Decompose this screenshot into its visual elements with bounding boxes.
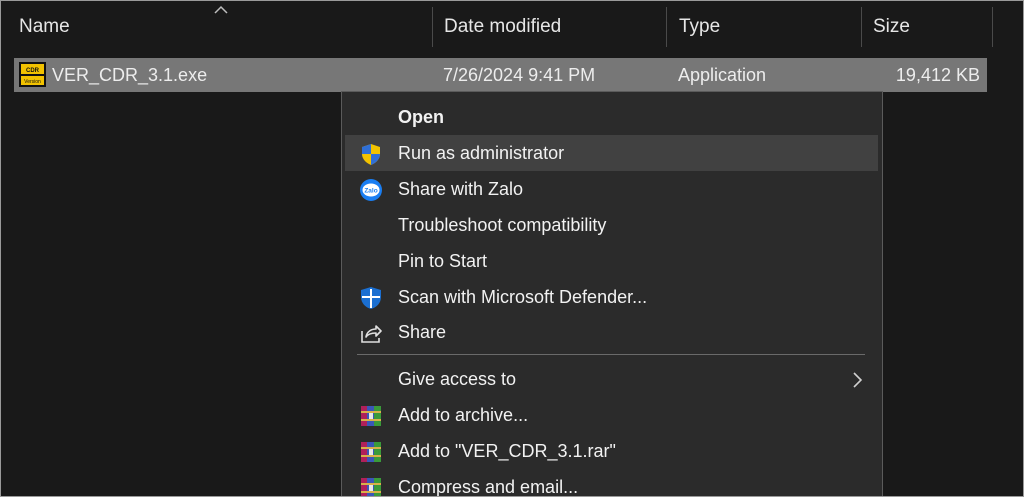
file-row-selected[interactable]: CDR Version VER_CDR_3.1.exe 7/26/2024 9:…: [14, 58, 987, 92]
menu-separator: [357, 354, 865, 355]
menu-item-share-with-zalo-label: Share with Zalo: [398, 179, 524, 199]
menu-item-compress-and-email[interactable]: Compress and email...: [345, 469, 878, 497]
sort-ascending-icon: [214, 5, 228, 14]
column-header-name-label: Name: [19, 16, 70, 37]
winrar-icon: [361, 442, 381, 462]
menu-item-open-label: Open: [398, 107, 445, 127]
column-header-size-label: Size: [873, 16, 910, 37]
column-header-date-label: Date modified: [444, 16, 562, 37]
context-menu: Open Run as administrator Zalo Share wit…: [341, 91, 883, 497]
file-size: 19,412 KB: [895, 65, 980, 85]
menu-item-pin-to-start[interactable]: Pin to Start: [345, 243, 878, 279]
zalo-icon: Zalo: [360, 179, 382, 201]
menu-item-add-to-archive-label: Add to archive...: [398, 405, 529, 425]
menu-item-scan-with-defender[interactable]: Scan with Microsoft Defender...: [345, 279, 878, 315]
menu-item-add-to-rar-label: Add to "VER_CDR_3.1.rar": [398, 441, 616, 461]
column-divider[interactable]: [992, 7, 993, 47]
defender-shield-icon: [361, 287, 381, 309]
cdr-app-icon: CDR Version: [19, 62, 46, 87]
column-divider[interactable]: [861, 7, 862, 47]
column-header-size[interactable]: Size: [873, 1, 983, 51]
column-header-row: Name Date modified Type Size: [1, 1, 1023, 51]
uac-shield-icon: [362, 144, 380, 165]
winrar-icon: [361, 406, 381, 426]
menu-item-compress-and-email-label: Compress and email...: [398, 477, 579, 497]
menu-item-open[interactable]: Open: [345, 99, 878, 135]
column-divider[interactable]: [666, 7, 667, 47]
menu-item-share-with-zalo[interactable]: Zalo Share with Zalo: [345, 171, 878, 207]
file-date-modified: 7/26/2024 9:41 PM: [443, 65, 596, 85]
menu-item-add-to-rar[interactable]: Add to "VER_CDR_3.1.rar": [345, 433, 878, 469]
column-divider[interactable]: [432, 7, 433, 47]
menu-item-troubleshoot-compatibility[interactable]: Troubleshoot compatibility: [345, 207, 878, 243]
winrar-icon: [361, 478, 381, 496]
file-name: VER_CDR_3.1.exe: [52, 65, 208, 85]
column-header-type[interactable]: Type: [679, 1, 849, 51]
menu-item-give-access-to[interactable]: Give access to: [345, 361, 878, 397]
menu-item-pin-to-start-label: Pin to Start: [398, 251, 488, 271]
menu-item-share-label: Share: [398, 322, 447, 342]
column-header-date[interactable]: Date modified: [444, 1, 654, 51]
menu-item-share[interactable]: Share: [345, 314, 878, 350]
cdr-icon-text-top: CDR: [26, 68, 40, 74]
menu-item-give-access-to-label: Give access to: [398, 369, 517, 389]
menu-item-troubleshoot-compatibility-label: Troubleshoot compatibility: [398, 215, 607, 235]
menu-item-scan-with-defender-label: Scan with Microsoft Defender...: [398, 287, 648, 307]
menu-item-run-as-administrator[interactable]: Run as administrator: [345, 135, 878, 171]
column-header-type-label: Type: [679, 16, 721, 37]
zalo-icon-text: Zalo: [364, 188, 377, 195]
cdr-icon-text-bottom: Version: [24, 79, 41, 85]
file-explorer-pane: Name Date modified Type Size CDR Version…: [0, 0, 1024, 497]
menu-item-add-to-archive[interactable]: Add to archive...: [345, 397, 878, 433]
file-type: Application: [678, 65, 767, 85]
menu-item-run-as-administrator-label: Run as administrator: [398, 143, 565, 163]
share-icon: [361, 325, 382, 343]
chevron-right-icon: [853, 372, 863, 388]
